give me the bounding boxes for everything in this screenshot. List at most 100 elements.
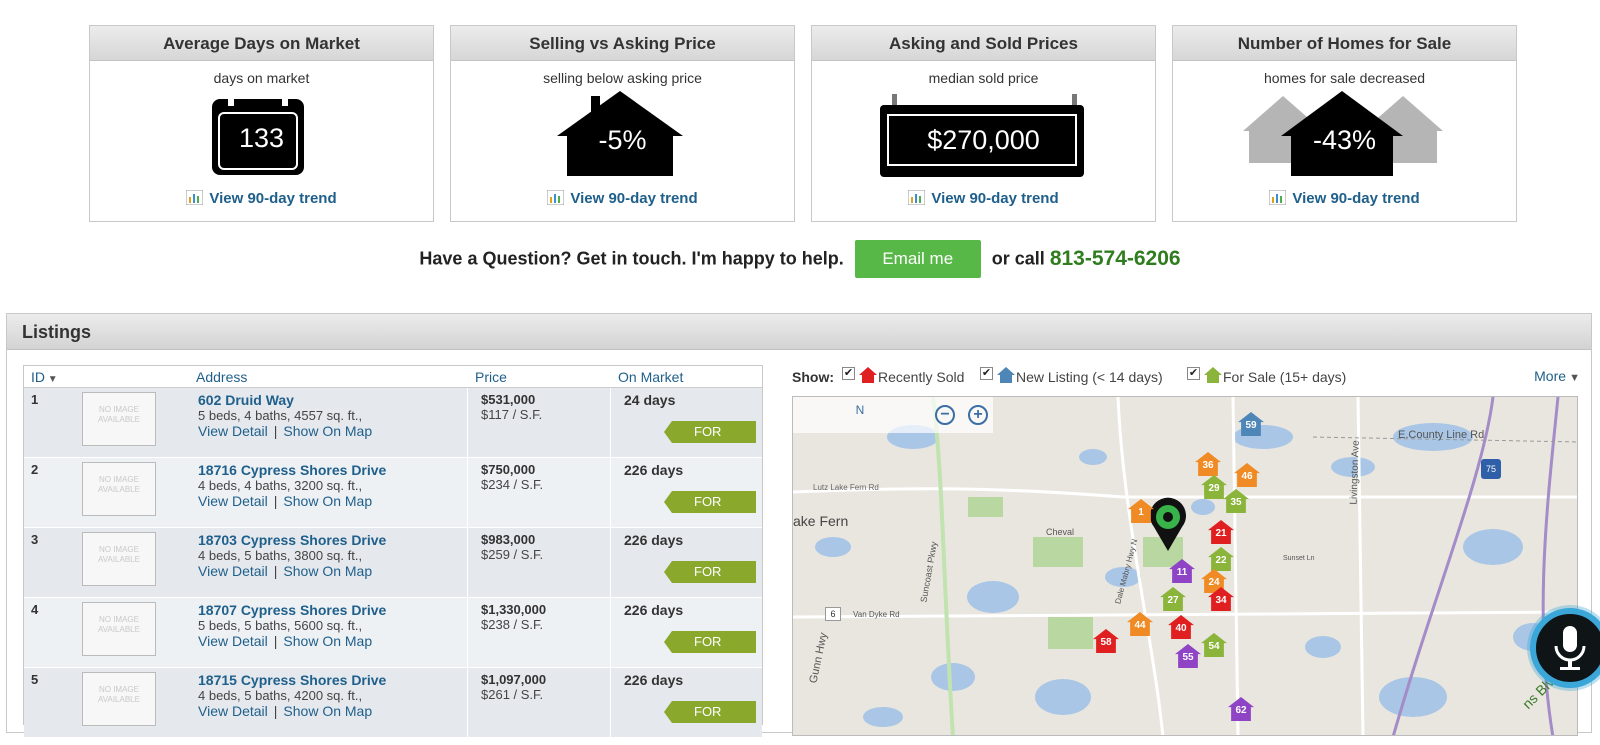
listing-address-link[interactable]: 18703 Cypress Shores Drive	[198, 532, 386, 548]
show-on-map-link[interactable]: Show On Map	[283, 633, 372, 649]
view-detail-link[interactable]: View Detail	[198, 633, 268, 649]
voice-assistant-button[interactable]	[1530, 608, 1600, 688]
listing-days-on-market: 226 days	[624, 532, 684, 548]
stat-subtitle: median sold price	[928, 70, 1039, 86]
listing-details: 5 beds, 4 baths, 4557 sq. ft.,	[198, 408, 363, 423]
view-detail-link[interactable]: View Detail	[198, 493, 268, 509]
stat-title: Selling vs Asking Price	[451, 26, 794, 61]
legend-new-listing: New Listing (< 14 days)	[1016, 369, 1163, 385]
map-label-livingston: Livingston Ave	[1348, 440, 1362, 505]
map-label-lake-fern: ake Fern	[793, 513, 849, 529]
view-trend-link[interactable]: View 90-day trend	[451, 190, 794, 207]
chevron-down-icon: ▼	[1566, 372, 1580, 384]
pan-control[interactable]: N	[835, 403, 885, 433]
zoom-in-icon[interactable]: +	[968, 405, 988, 425]
listing-id: 5	[31, 672, 39, 687]
no-image-placeholder[interactable]: NO IMAGE AVAILABLE	[82, 602, 156, 656]
listing-address-link[interactable]: 602 Druid Way	[198, 392, 294, 408]
listing-details: 4 beds, 4 baths, 3200 sq. ft.,	[198, 478, 363, 493]
no-image-placeholder[interactable]: NO IMAGE AVAILABLE	[82, 392, 156, 446]
listing-price-per-sqft: $234 / S.F.	[481, 477, 544, 492]
stat-card-selling-vs-asking: Selling vs Asking Price selling below as…	[450, 25, 795, 222]
bar-chart-icon	[1269, 190, 1287, 205]
stat-value: -43%	[1312, 125, 1377, 155]
listing-details: 4 beds, 5 baths, 4200 sq. ft.,	[198, 688, 363, 703]
listing-id: 1	[31, 392, 39, 407]
table-body: 1 NO IMAGE AVAILABLE 602 Druid Way 5 bed…	[24, 388, 762, 738]
listing-address-link[interactable]: 18707 Cypress Shores Drive	[198, 602, 386, 618]
stat-card-homes-for-sale: Number of Homes for Sale homes for sale …	[1172, 25, 1517, 222]
current-location-pin-icon[interactable]	[1146, 497, 1190, 553]
listing-price: $1,330,000	[481, 602, 547, 617]
blue-house-icon	[997, 367, 1015, 383]
recently-sold-checkbox[interactable]: ✔	[842, 367, 855, 380]
listing-id: 3	[31, 532, 39, 547]
bar-chart-icon	[908, 190, 926, 205]
listing-days-on-market: 226 days	[624, 462, 684, 478]
listing-id: 2	[31, 462, 39, 477]
listings-map[interactable]: E.County Line Rd Livingston Ave ake Fern…	[792, 396, 1578, 736]
more-dropdown[interactable]: More ▼	[1534, 368, 1580, 384]
table-row: 4 NO IMAGE AVAILABLE 18707 Cypress Shore…	[24, 598, 762, 668]
listing-price: $983,000	[481, 532, 536, 547]
for-sale-badge: FOR SALE	[664, 421, 756, 443]
for-sale-badge: FOR SALE	[664, 701, 756, 723]
calendar-icon: 133	[90, 91, 433, 206]
table-row: 3 NO IMAGE AVAILABLE 18703 Cypress Shore…	[24, 528, 762, 598]
column-on-market[interactable]: On Market	[618, 369, 683, 385]
map-label-van-dyke: Van Dyke Rd	[853, 610, 900, 619]
houses-icon: -43%	[1173, 91, 1516, 206]
new-listing-checkbox[interactable]: ✔	[980, 367, 993, 380]
column-id[interactable]: ID ▼	[31, 369, 58, 385]
stat-card-asking-sold: Asking and Sold Prices median sold price…	[811, 25, 1156, 222]
listing-days-on-market: 226 days	[624, 672, 684, 688]
listings-table: ID ▼ Address Price On Market 1 NO IMAGE …	[23, 365, 763, 738]
listing-price-per-sqft: $259 / S.F.	[481, 547, 544, 562]
listing-details: 4 beds, 5 baths, 3800 sq. ft.,	[198, 548, 363, 563]
view-trend-link[interactable]: View 90-day trend	[90, 190, 433, 207]
listing-price-per-sqft: $261 / S.F.	[481, 687, 544, 702]
bar-chart-icon	[186, 190, 204, 205]
stat-subtitle: selling below asking price	[543, 70, 702, 86]
listing-details: 5 beds, 5 baths, 5600 sq. ft.,	[198, 618, 363, 633]
column-price[interactable]: Price	[475, 369, 507, 385]
listing-address-link[interactable]: 18716 Cypress Shores Drive	[198, 462, 386, 478]
listing-address-link[interactable]: 18715 Cypress Shores Drive	[198, 672, 386, 688]
listings-title: Listings	[7, 314, 1591, 350]
listing-id: 4	[31, 602, 39, 617]
table-row: 2 NO IMAGE AVAILABLE 18716 Cypress Shore…	[24, 458, 762, 528]
map-label-cheval: Cheval	[1046, 527, 1075, 537]
listing-price: $1,097,000	[481, 672, 547, 687]
route-6-shield: 6	[825, 607, 841, 621]
phone-number-link[interactable]: 813-574-6206	[1050, 247, 1181, 270]
contact-question: Have a Question? Get in touch. I'm happy…	[419, 248, 844, 269]
view-detail-link[interactable]: View Detail	[198, 703, 268, 719]
table-row: 1 NO IMAGE AVAILABLE 602 Druid Way 5 bed…	[24, 388, 762, 458]
stat-title: Asking and Sold Prices	[812, 26, 1155, 61]
microphone-icon	[1554, 626, 1586, 670]
no-image-placeholder[interactable]: NO IMAGE AVAILABLE	[82, 462, 156, 516]
sign-icon: $270,000	[812, 91, 1155, 206]
view-trend-link[interactable]: View 90-day trend	[1173, 190, 1516, 207]
show-on-map-link[interactable]: Show On Map	[283, 423, 372, 439]
legend-recently-sold: Recently Sold	[878, 369, 965, 385]
listing-price-per-sqft: $117 / S.F.	[481, 407, 543, 422]
show-on-map-link[interactable]: Show On Map	[283, 563, 372, 579]
view-detail-link[interactable]: View Detail	[198, 423, 268, 439]
show-label: Show:	[792, 369, 834, 385]
show-on-map-link[interactable]: Show On Map	[283, 703, 372, 719]
stat-card-days-on-market: Average Days on Market days on market 13…	[89, 25, 434, 222]
email-me-button[interactable]: Email me	[854, 240, 981, 278]
show-on-map-link[interactable]: Show On Map	[283, 493, 372, 509]
table-row: 5 NO IMAGE AVAILABLE 18715 Cypress Shore…	[24, 668, 762, 738]
view-detail-link[interactable]: View Detail	[198, 563, 268, 579]
for-sale-checkbox[interactable]: ✔	[1187, 367, 1200, 380]
no-image-placeholder[interactable]: NO IMAGE AVAILABLE	[82, 672, 156, 726]
green-house-icon	[1204, 367, 1222, 383]
column-address[interactable]: Address	[196, 369, 247, 385]
stat-value: 133	[238, 123, 285, 153]
interstate-75-shield: 75	[1481, 459, 1501, 479]
view-trend-link[interactable]: View 90-day trend	[812, 190, 1155, 207]
no-image-placeholder[interactable]: NO IMAGE AVAILABLE	[82, 532, 156, 586]
zoom-out-icon[interactable]: −	[935, 405, 955, 425]
